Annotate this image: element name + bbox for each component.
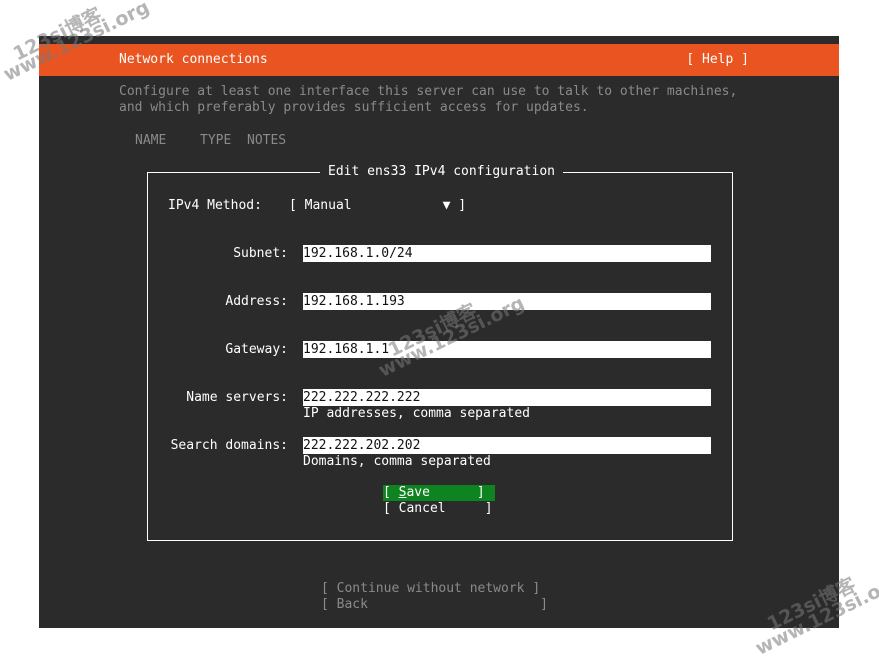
save-open-bracket: [ xyxy=(383,485,399,500)
column-header-type: TYPE xyxy=(200,133,232,148)
continue-without-network-button[interactable]: [ Continue without network ] xyxy=(321,581,540,596)
name-servers-label: Name servers: xyxy=(186,390,288,405)
page-title: Network connections xyxy=(119,52,268,67)
header-bar: Network connections [ Help ] xyxy=(39,44,839,76)
gateway-label: Gateway: xyxy=(225,342,288,357)
column-header-notes: NOTES xyxy=(247,133,287,148)
search-domains-hint: Domains, comma separated xyxy=(303,454,491,469)
subnet-input[interactable]: 192.168.1.0/24 xyxy=(303,245,711,262)
select-close-bracket: ] xyxy=(450,198,467,213)
back-button[interactable]: [ Back ] xyxy=(321,597,548,612)
ipv4-method-label: IPv4 Method: xyxy=(168,198,262,213)
column-header-name: NAME xyxy=(135,133,167,148)
subnet-label: Subnet: xyxy=(233,246,288,261)
gateway-input[interactable]: 192.168.1.1 xyxy=(303,341,711,358)
address-label: Address: xyxy=(225,294,288,309)
ipv4-method-value: Manual xyxy=(304,198,352,213)
name-servers-hint: IP addresses, comma separated xyxy=(303,406,530,421)
dialog-title: Edit ens33 IPv4 configuration xyxy=(320,164,563,179)
save-button[interactable]: [ Save ] xyxy=(383,485,495,501)
ipv4-config-dialog: Edit ens33 IPv4 configuration IPv4 Metho… xyxy=(147,164,733,541)
help-button[interactable]: [ Help ] xyxy=(686,52,749,67)
search-domains-label: Search domains: xyxy=(170,438,288,453)
save-label-rest: ave xyxy=(406,485,430,500)
description-line-1: Configure at least one interface this se… xyxy=(119,84,738,99)
description-line-2: and which preferably provides sufficient… xyxy=(119,100,589,115)
cancel-button[interactable]: [ Cancel ] xyxy=(383,501,493,516)
select-open-bracket: [ xyxy=(289,198,305,213)
name-servers-input[interactable]: 222.222.222.222 xyxy=(303,389,711,406)
save-close-bracket: ] xyxy=(429,485,485,500)
ipv4-method-select[interactable]: [ Manual ▼ ] xyxy=(289,198,466,213)
search-domains-input[interactable]: 222.222.202.202 xyxy=(303,437,711,454)
